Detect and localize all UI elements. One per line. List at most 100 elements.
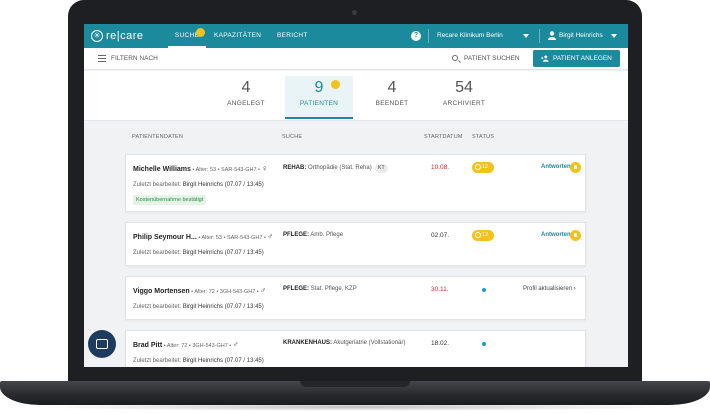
start-date: 30.11. bbox=[431, 286, 449, 293]
user-menu[interactable]: Birgit Heinrichs bbox=[559, 24, 603, 48]
top-navbar: ✳ re|care SUCHE KAPAZITÄTEN BERICHT ? Re… bbox=[84, 24, 628, 48]
search-detail: Orthopädie (Stat. Reha) bbox=[306, 165, 372, 171]
search-type: KRANKENHAUS: Akutgeriatrie (Vollstationä… bbox=[283, 340, 405, 346]
patient-name: Michelle Williams • Alter: 53 • SAR-543-… bbox=[133, 164, 268, 173]
logo-star-icon: ✳ bbox=[91, 30, 103, 42]
search-type: PFLEGE: Stat. Pflege, KZP bbox=[283, 286, 357, 292]
suche-badge bbox=[196, 28, 205, 37]
tab-bericht[interactable]: BERICHT bbox=[277, 24, 308, 48]
bell-icon[interactable] bbox=[570, 230, 581, 241]
stat-label: BEENDET bbox=[375, 100, 409, 107]
search-type: PFLEGE: Amb. Pflege bbox=[283, 232, 343, 238]
filter-bar: FILTERN NACH PATIENT SUCHEN PATIENT ANLE… bbox=[84, 48, 628, 70]
stat-angelegt[interactable]: 4 ANGELEGT bbox=[212, 76, 280, 119]
search-detail: Akutgeriatrie (Vollstationär) bbox=[332, 340, 406, 346]
filter-button[interactable]: FILTERN NACH bbox=[111, 48, 158, 70]
header-patient: PATIENTENDATEN bbox=[132, 134, 184, 140]
logo-text: re|care bbox=[106, 30, 144, 42]
header-search: SUCHE bbox=[282, 134, 303, 140]
stat-value: 9 bbox=[314, 79, 324, 96]
patient-name-text: Viggo Mortensen bbox=[133, 288, 190, 295]
status-badge: Kostenübernahme bestätigt bbox=[133, 195, 207, 205]
bell-icon[interactable] bbox=[570, 162, 581, 173]
divider bbox=[539, 29, 540, 43]
edited-prefix: Zuletzt bearbeitet: bbox=[133, 358, 182, 364]
clock-icon bbox=[475, 231, 481, 238]
table-row[interactable]: Philip Seymour H... • Alter: 53 • SAR-54… bbox=[125, 222, 586, 266]
add-patient-label: PATIENT ANLEGEN bbox=[553, 55, 612, 62]
male-icon: ♂ bbox=[232, 340, 239, 349]
search-category: PFLEGE: bbox=[283, 232, 310, 238]
laptop-notch bbox=[300, 381, 410, 387]
chevron-down-icon[interactable] bbox=[523, 34, 529, 38]
search-icon[interactable] bbox=[452, 55, 458, 61]
tab-label: KAPAZITÄTEN bbox=[214, 32, 262, 39]
patient-meta: • Alter: 53 • SAR-543-GH7 • bbox=[190, 167, 262, 173]
stat-archiviert[interactable]: 54 ARCHIVIERT bbox=[430, 76, 498, 119]
user-icon bbox=[548, 31, 556, 40]
patient-meta: • Alter: 72 • 3GH-543-GH7 • bbox=[162, 343, 233, 349]
stat-badge bbox=[331, 80, 340, 89]
header-status: STATUS bbox=[472, 134, 495, 140]
divider bbox=[428, 29, 429, 43]
chevron-down-icon[interactable] bbox=[611, 34, 617, 38]
status-dot bbox=[482, 288, 486, 292]
table-row[interactable]: Viggo Mortensen • Alter: 72 • 3GH-543-GH… bbox=[125, 276, 586, 320]
user-name: Birgit Heinrichs bbox=[559, 32, 603, 39]
help-icon[interactable]: ? bbox=[411, 31, 421, 41]
add-user-icon bbox=[541, 55, 549, 62]
tab-kapazitaeten[interactable]: KAPAZITÄTEN bbox=[214, 24, 261, 48]
clinic-name: Recare Klinikum Berlin bbox=[437, 32, 503, 39]
edited-prefix: Zuletzt bearbeitet: bbox=[133, 250, 182, 256]
male-icon: ♂ bbox=[267, 232, 274, 241]
search-detail: Stat. Pflege, KZP bbox=[309, 286, 357, 292]
female-icon: ♀ bbox=[261, 164, 268, 173]
update-profile-link[interactable]: Profil aktualisieren › bbox=[523, 286, 576, 292]
patient-search-button[interactable]: PATIENT SUCHEN bbox=[464, 48, 520, 70]
stat-label: PATIENTEN bbox=[299, 100, 339, 107]
app-screen: ✳ re|care SUCHE KAPAZITÄTEN BERICHT ? Re… bbox=[84, 24, 628, 367]
edited-prefix: Zuletzt bearbeitet: bbox=[133, 304, 182, 310]
patient-name-text: Michelle Williams bbox=[133, 166, 191, 173]
stat-label: ANGELEGT bbox=[227, 100, 265, 107]
table-header: PATIENTENDATEN SUCHE STARTDATUM STATUS bbox=[84, 134, 628, 146]
patient-name-text: Brad Pitt bbox=[133, 342, 163, 349]
patient-meta: • Alter: 72 • 3GH-543-GH7 • bbox=[189, 289, 261, 295]
search-type: REHAB: Orthopädie (Stat. Reha) KT bbox=[283, 164, 388, 173]
chat-icon bbox=[96, 339, 108, 349]
edited-by: Birgit Heinrichs (07.07 / 13:45) bbox=[182, 250, 264, 256]
edited-by: Birgit Heinrichs (07.07 / 13:45) bbox=[182, 358, 264, 364]
clinic-selector[interactable]: Recare Klinikum Berlin bbox=[437, 24, 503, 48]
last-edited: Zuletzt bearbeitet: Birgit Heinrichs (07… bbox=[133, 250, 264, 256]
stat-value: 4 bbox=[241, 79, 251, 96]
stats-bar: 4 ANGELEGT 9 PATIENTEN 4 BEENDET 54 ARCH… bbox=[84, 71, 628, 121]
patient-name-text: Philip Seymour H... bbox=[133, 234, 197, 241]
edited-by: Birgit Heinrichs (07.07 / 13:45) bbox=[182, 182, 264, 188]
last-edited: Zuletzt bearbeitet: Birgit Heinrichs (07… bbox=[133, 304, 264, 310]
table-row[interactable]: Michelle Williams • Alter: 53 • SAR-543-… bbox=[125, 154, 586, 212]
laptop-shadow bbox=[30, 403, 680, 411]
status-count: 12 bbox=[482, 164, 489, 170]
status-dot bbox=[482, 342, 486, 346]
status-pill: 12 bbox=[472, 230, 494, 241]
stat-patienten[interactable]: 9 PATIENTEN bbox=[285, 76, 353, 119]
add-patient-button[interactable]: PATIENT ANLEGEN bbox=[533, 50, 620, 67]
start-date: 10.08. bbox=[431, 164, 450, 171]
filter-icon[interactable] bbox=[98, 55, 106, 62]
last-edited: Zuletzt bearbeitet: Birgit Heinrichs (07… bbox=[133, 182, 264, 188]
last-edited: Zuletzt bearbeitet: Birgit Heinrichs (07… bbox=[133, 358, 264, 364]
table-row[interactable]: Brad Pitt • Alter: 72 • 3GH-543-GH7 • ♂ … bbox=[125, 330, 586, 367]
start-date: 18.02. bbox=[431, 340, 450, 347]
edited-by: Birgit Heinrichs (07.07 / 13:45) bbox=[182, 304, 264, 310]
chat-widget-button[interactable] bbox=[88, 330, 116, 358]
stat-beendet[interactable]: 4 BEENDET bbox=[358, 76, 426, 119]
recare-logo[interactable]: ✳ re|care bbox=[91, 28, 144, 44]
camera-icon bbox=[352, 10, 357, 15]
start-date: 02.07. bbox=[431, 232, 450, 239]
patient-name: Viggo Mortensen • Alter: 72 • 3GH-543-GH… bbox=[133, 286, 266, 295]
kt-chip: KT bbox=[374, 164, 388, 173]
search-category: PFLEGE: bbox=[283, 286, 310, 292]
stat-label: ARCHIVIERT bbox=[442, 100, 486, 107]
patient-name: Brad Pitt • Alter: 72 • 3GH-543-GH7 • ♂ bbox=[133, 340, 239, 349]
stat-value: 54 bbox=[455, 79, 473, 96]
